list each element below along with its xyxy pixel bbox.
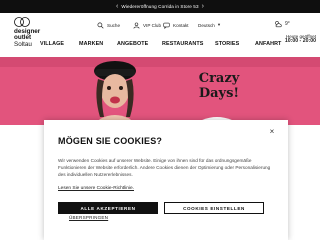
hero-stripe (0, 57, 320, 67)
cookie-consent-dialog: MÖGEN SIE COOKIES? × Wir verwenden Cooki… (44, 120, 288, 240)
opening-hours: Heute geöffnet 10:00 - 20:00 (268, 34, 316, 45)
nav-brands[interactable]: MARKEN (79, 41, 103, 47)
cookie-title: MÖGEN SIE COOKIES? (58, 136, 163, 146)
vip-club-link[interactable]: VIP Club (133, 22, 161, 29)
user-icon (133, 22, 140, 29)
search-link[interactable]: Suche (97, 22, 120, 29)
contact-label: Kontakt (173, 23, 189, 28)
language-label: Deutsch (198, 22, 215, 28)
site-header: designer outlet Soltau Suche VIP Club Ko… (0, 13, 320, 57)
crazy-days-line-1: Crazy (198, 71, 240, 86)
accept-all-button[interactable]: ALLE AKZEPTIEREN (58, 202, 158, 214)
search-label: Suche (107, 23, 121, 28)
announcement-text[interactable]: Wiedereröffnung Corrida in Store 53 (121, 4, 198, 9)
vip-club-label: VIP Club (143, 23, 162, 28)
crazy-days-text: Crazy Days! (186, 71, 252, 101)
chevron-right-icon[interactable]: › (202, 0, 204, 13)
cookie-policy-link[interactable]: Lesen Sie unsere Cookie-Richtlinie. (58, 186, 134, 191)
logo-rings-icon (14, 17, 30, 27)
cookie-body-text: Wir verwenden Cookies auf unserer Websit… (58, 158, 271, 177)
crazy-days-line-2: Days! (198, 86, 240, 101)
weather-temp: 9° (285, 21, 290, 27)
nav-offers[interactable]: ANGEBOTE (117, 41, 148, 47)
skip-link[interactable]: ÜBERSPRINGEN (69, 215, 108, 220)
announcement-bar: ‹ Wiedereröffnung Corrida in Store 53 › (0, 0, 320, 13)
nav-village[interactable]: VILLAGE (40, 41, 64, 47)
opening-hours-time: 10:00 - 20:00 (284, 38, 316, 45)
chat-icon (163, 22, 170, 29)
hero-model-image (94, 61, 136, 125)
sun-cloud-icon (275, 21, 282, 28)
language-selector[interactable]: Deutsch ▾ (198, 22, 220, 28)
close-icon[interactable]: × (268, 128, 276, 136)
nav-stories[interactable]: STORIES (215, 41, 239, 47)
chevron-down-icon: ▾ (217, 22, 221, 27)
contact-link[interactable]: Kontakt (163, 22, 189, 29)
page: ‹ Wiedereröffnung Corrida in Store 53 › … (0, 0, 320, 240)
chevron-left-icon[interactable]: ‹ (116, 0, 118, 13)
hero-banner[interactable] (0, 57, 320, 125)
cookie-settings-button[interactable]: COOKIES EINSTELLEN (164, 202, 264, 214)
weather-widget: 9° (274, 20, 290, 28)
search-icon (97, 22, 104, 29)
nav-restaurants[interactable]: RESTAURANTS (162, 41, 203, 47)
